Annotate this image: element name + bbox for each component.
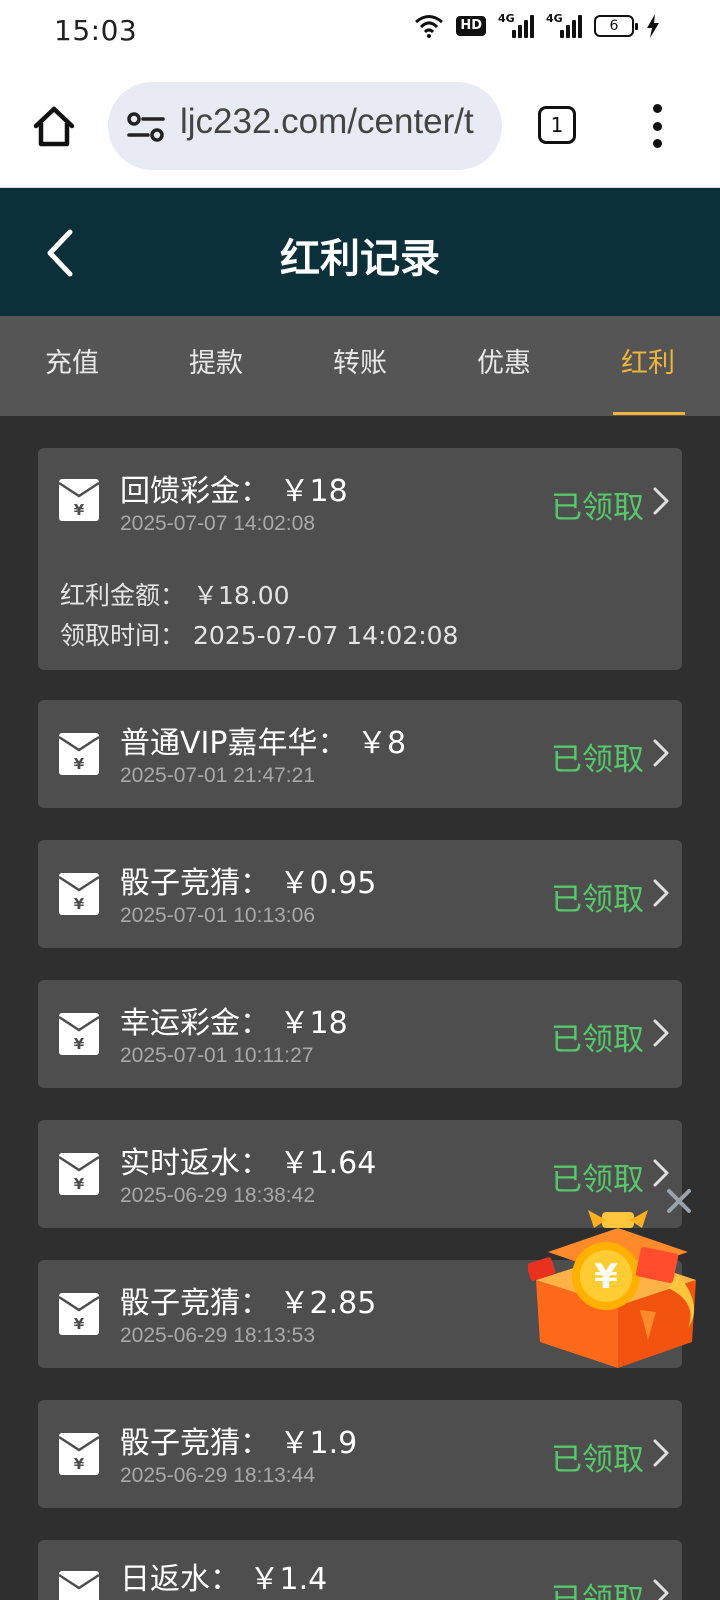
record-title: 实时返水： ￥1.64	[120, 1146, 377, 1181]
bonus-record-card[interactable]: ¥ 回馈彩金： ￥18 2025-07-07 14:02:08 已领取 红利金额…	[38, 448, 682, 670]
battery-level: 6	[609, 18, 619, 34]
svg-text:¥: ¥	[74, 1455, 85, 1473]
battery-icon: 6	[594, 15, 638, 37]
red-envelope-icon: ¥	[58, 1433, 100, 1475]
chevron-right-icon	[653, 487, 669, 515]
bonus-record-card[interactable]: ¥ 幸运彩金： ￥18 2025-07-01 10:11:27 已领取	[38, 980, 682, 1088]
record-time: 2025-07-07 14:02:08	[120, 512, 315, 535]
record-status: 已领取	[551, 882, 644, 918]
hd-voice-badge: HD	[456, 16, 486, 36]
red-envelope-icon: ¥	[58, 479, 100, 521]
record-status: 已领取	[551, 1022, 644, 1058]
chevron-right-icon	[653, 739, 669, 767]
record-status: 已领取	[551, 490, 644, 526]
red-envelope-icon: ¥	[58, 1153, 100, 1195]
record-time: 2025-07-01 10:13:06	[120, 904, 315, 927]
chevron-right-icon	[653, 1439, 669, 1467]
address-bar[interactable]: ljc232.com/center/t	[108, 82, 502, 170]
status-bar: 15:03 HD 4G 4G 6	[0, 0, 720, 64]
record-status: 已领取	[551, 1162, 644, 1198]
app-header: 红利记录	[0, 188, 720, 316]
site-settings-icon[interactable]	[126, 110, 166, 144]
record-title: 普通VIP嘉年华： ￥8	[120, 726, 407, 761]
record-time: 2025-06-29 18:13:53	[120, 1324, 315, 1347]
browser-toolbar: ljc232.com/center/t 1	[0, 64, 720, 188]
svg-text:¥: ¥	[74, 501, 85, 519]
red-envelope-icon: ¥	[58, 1013, 100, 1055]
status-time: 15:03	[54, 14, 138, 47]
home-icon[interactable]	[30, 102, 78, 150]
record-time: 2025-06-29 18:38:42	[120, 1184, 315, 1207]
record-status: 已领取	[551, 742, 644, 778]
svg-text:¥: ¥	[74, 895, 85, 913]
network-type-label: 4G	[498, 12, 515, 25]
network-type-label: 4G	[546, 12, 563, 25]
red-envelope-icon: ¥	[58, 1293, 100, 1335]
chevron-right-icon	[653, 879, 669, 907]
claim-time-detail: 领取时间： 2025-07-07 14:02:08	[60, 621, 459, 650]
cellular-signal-2-icon: 4G	[546, 12, 582, 38]
bonus-record-card[interactable]: ¥ 骰子竞猜： ￥1.9 2025-06-29 18:13:44 已领取	[38, 1400, 682, 1508]
chevron-right-icon	[653, 1159, 669, 1187]
gift-box-icon[interactable]: ¥	[528, 1210, 708, 1370]
record-title: 骰子竞猜： ￥0.95	[120, 866, 377, 901]
record-title: 骰子竞猜： ￥2.85	[120, 1286, 377, 1321]
bonus-record-card[interactable]: 日返水： ￥1.4 已领取	[38, 1540, 682, 1600]
tab-promotion[interactable]: 优惠	[432, 316, 576, 416]
status-icons: HD 4G 4G 6	[414, 12, 660, 38]
red-envelope-icon	[58, 1571, 100, 1600]
chevron-right-icon	[653, 1019, 669, 1047]
charging-bolt-icon	[647, 14, 659, 38]
tab-deposit[interactable]: 充值	[0, 316, 144, 416]
svg-text:¥: ¥	[74, 1315, 85, 1333]
record-time: 2025-07-01 10:11:27	[120, 1044, 314, 1067]
tab-transfer[interactable]: 转账	[288, 316, 432, 416]
record-status: 已领取	[551, 1582, 644, 1600]
record-title: 回馈彩金： ￥18	[120, 474, 348, 509]
red-envelope-icon: ¥	[58, 733, 100, 775]
cellular-signal-1-icon: 4G	[498, 12, 534, 38]
wifi-icon	[415, 15, 444, 38]
record-title: 日返水： ￥1.4	[120, 1562, 328, 1597]
record-time: 2025-06-29 18:13:44	[120, 1464, 315, 1487]
more-options-icon[interactable]	[650, 104, 664, 148]
record-title: 幸运彩金： ￥18	[120, 1006, 348, 1041]
svg-text:¥: ¥	[74, 1035, 85, 1053]
svg-text:¥: ¥	[594, 1257, 618, 1297]
record-tabs: 充值 提款 转账 优惠 红利	[0, 316, 720, 416]
svg-text:¥: ¥	[74, 755, 85, 773]
red-envelope-icon: ¥	[58, 873, 100, 915]
bonus-record-card[interactable]: ¥ 骰子竞猜： ￥0.95 2025-07-01 10:13:06 已领取	[38, 840, 682, 948]
page-title: 红利记录	[280, 236, 440, 282]
tab-switcher-button[interactable]: 1	[538, 106, 576, 144]
chevron-right-icon	[653, 1579, 669, 1600]
active-tab-indicator	[613, 412, 685, 415]
record-time: 2025-07-01 21:47:21	[120, 764, 315, 787]
bonus-amount-detail: 红利金额： ￥18.00	[60, 581, 290, 610]
tab-withdraw[interactable]: 提款	[144, 316, 288, 416]
bonus-record-card[interactable]: ¥ 普通VIP嘉年华： ￥8 2025-07-01 21:47:21 已领取	[38, 700, 682, 808]
record-status: 已领取	[551, 1442, 644, 1478]
url-text[interactable]: ljc232.com/center/t	[180, 102, 474, 142]
tab-bonus[interactable]: 红利	[576, 316, 720, 416]
svg-text:¥: ¥	[74, 1175, 85, 1193]
record-title: 骰子竞猜： ￥1.9	[120, 1426, 358, 1461]
